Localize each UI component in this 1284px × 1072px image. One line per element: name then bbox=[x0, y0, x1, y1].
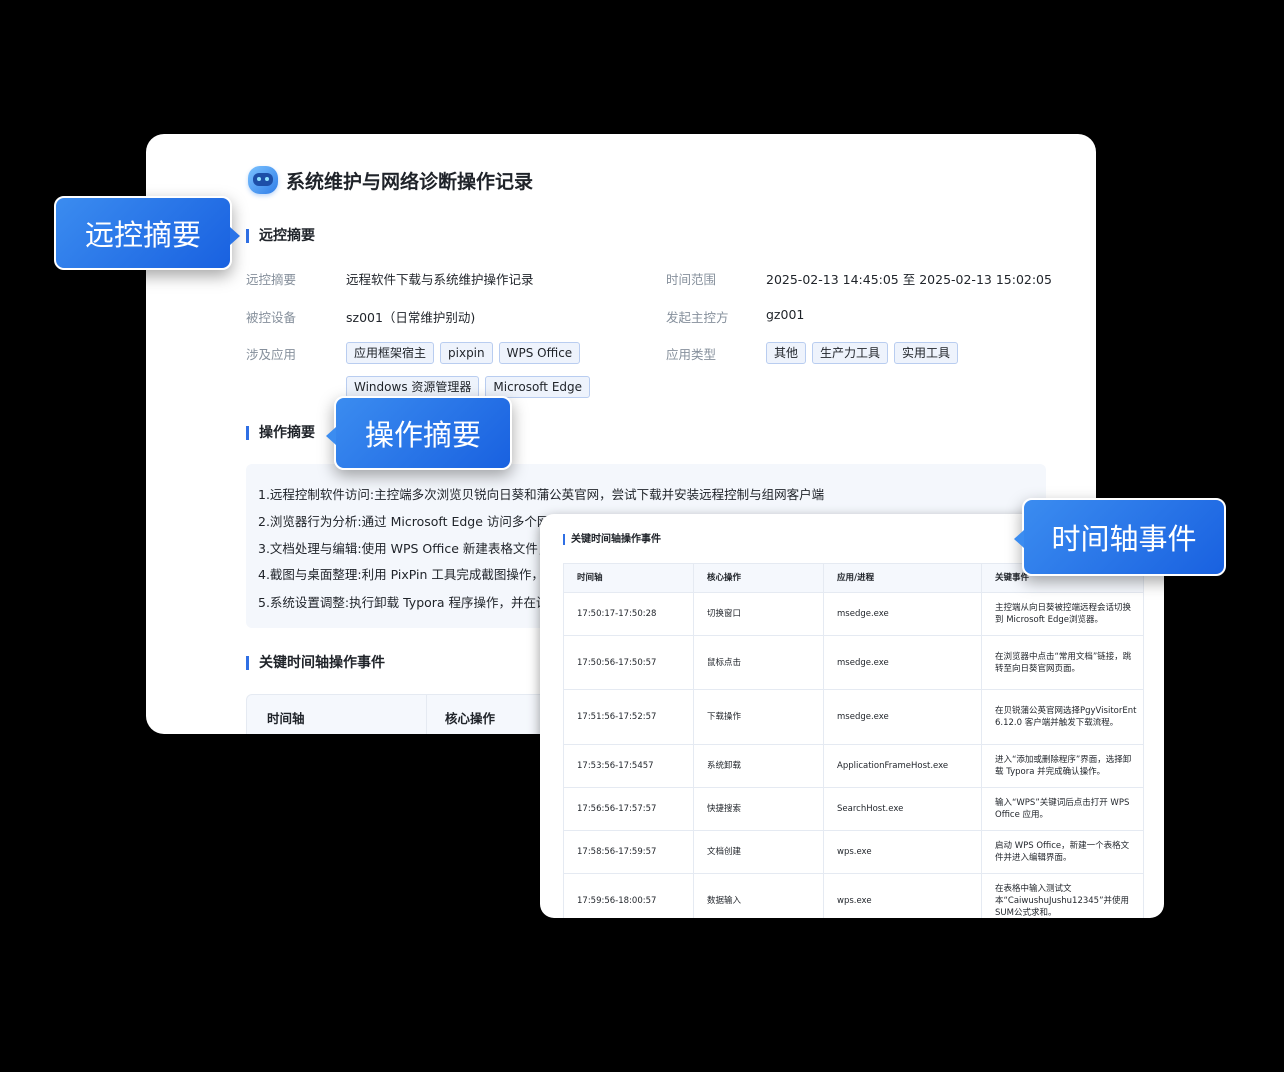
initiator-value: gz001 bbox=[766, 307, 805, 322]
cell-op: 系统卸载 bbox=[693, 744, 824, 788]
cell-op: 切换窗口 bbox=[693, 592, 824, 636]
cell-time: 17:51:56-17:52:57 bbox=[563, 689, 694, 745]
cell-process: wps.exe bbox=[823, 873, 982, 918]
timeline-card-title: 关键时间轴操作事件 bbox=[563, 534, 661, 545]
apps-tags-row1: 应用框架宿主 pixpin WPS Office bbox=[346, 342, 581, 364]
section-title-summary: 远控摘要 bbox=[246, 229, 315, 243]
table-row: 17:58:56-17:59:57 文档创建 wps.exe 启动 WPS Of… bbox=[563, 830, 1144, 874]
ops-item: 4.截图与桌面整理:利用 PixPin 工具完成截图操作，并 bbox=[258, 567, 557, 582]
app-tag: WPS Office bbox=[498, 342, 581, 364]
cell-op: 下载操作 bbox=[693, 689, 824, 745]
cell-time: 17:59:56-18:00:57 bbox=[563, 873, 694, 918]
app-type-tag: 实用工具 bbox=[894, 342, 959, 364]
callout-timeline-label: 时间轴事件 bbox=[1051, 522, 1197, 556]
robot-icon bbox=[248, 166, 278, 194]
cell-process: msedge.exe bbox=[823, 689, 982, 745]
callout-pointer bbox=[230, 227, 240, 245]
report-header: 系统维护与网络诊断操作记录 bbox=[248, 166, 533, 194]
cell-time: 17:50:56-17:50:57 bbox=[563, 635, 694, 690]
app-tag: 应用框架宿主 bbox=[346, 342, 435, 364]
table-row: 17:50:56-17:50:57 鼠标点击 msedge.exe 在浏览器中点… bbox=[563, 635, 1144, 690]
cell-time: 17:56:56-17:57:57 bbox=[563, 787, 694, 831]
cell-event: 输入“WPS”关键词后点击打开 WPS Office 应用。 bbox=[981, 787, 1144, 831]
table-row: 17:50:17-17:50:28 切换窗口 msedge.exe 主控端从向日… bbox=[563, 592, 1144, 636]
cell-event: 在浏览器中点击“常用文档”链接，跳转至向日葵官网页面。 bbox=[981, 635, 1144, 690]
cell-event: 主控端从向日葵被控端远程会话切换到 Microsoft Edge浏览器。 bbox=[981, 592, 1144, 636]
ops-item: 3.文档处理与编辑:使用 WPS Office 新建表格文件， bbox=[258, 541, 551, 556]
cell-event: 进入“添加或删除程序”界面，选择卸载 Typora 并完成确认操作。 bbox=[981, 744, 1144, 788]
apps-label: 涉及应用 bbox=[246, 347, 297, 362]
app-types-label: 应用类型 bbox=[666, 347, 717, 362]
cell-op: 数据输入 bbox=[693, 873, 824, 918]
cell-op: 快捷搜索 bbox=[693, 787, 824, 831]
section-title-ops: 操作摘要 bbox=[246, 426, 315, 440]
page-title: 系统维护与网络诊断操作记录 bbox=[286, 170, 534, 193]
table-row: 17:56:56-17:57:57 快捷搜索 SearchHost.exe 输入… bbox=[563, 787, 1144, 831]
summary-label: 远控摘要 bbox=[246, 272, 297, 287]
column-header-op: 核心操作 bbox=[693, 563, 824, 593]
cell-process: SearchHost.exe bbox=[823, 787, 982, 831]
cell-time: 17:53:56-17:5457 bbox=[563, 744, 694, 788]
device-value: sz001（日常维护别动) bbox=[346, 310, 476, 325]
app-type-tag: 其他 bbox=[766, 342, 807, 364]
column-header-time: 时间轴 bbox=[563, 563, 694, 593]
cell-op: 鼠标点击 bbox=[693, 635, 824, 690]
cell-time: 17:50:17-17:50:28 bbox=[563, 592, 694, 636]
timeline-table: 时间轴 核心操作 应用/进程 关键事件 17:50:17-17:50:28 切换… bbox=[563, 563, 1144, 918]
cell-process: msedge.exe bbox=[823, 635, 982, 690]
callout-timeline: 时间轴事件 bbox=[1014, 498, 1226, 576]
initiator-label: 发起主控方 bbox=[666, 310, 729, 325]
column-header-process: 应用/进程 bbox=[823, 563, 982, 593]
cell-event: 启动 WPS Office，新建一个表格文件并进入编辑界面。 bbox=[981, 830, 1144, 874]
column-header-op: 核心操作 bbox=[445, 711, 496, 726]
callout-ops-label: 操作摘要 bbox=[364, 418, 481, 452]
callout-pointer bbox=[326, 427, 336, 445]
table-row: 17:53:56-17:5457 系统卸载 ApplicationFrameHo… bbox=[563, 744, 1144, 788]
summary-value: 远程软件下载与系统维护操作记录 bbox=[346, 272, 534, 287]
device-label: 被控设备 bbox=[246, 310, 297, 325]
callout-pointer bbox=[1014, 530, 1024, 548]
column-header-time: 时间轴 bbox=[267, 711, 305, 726]
cell-process: ApplicationFrameHost.exe bbox=[823, 744, 982, 788]
ops-item: 2.浏览器行为分析:通过 Microsoft Edge 访问多个网页 bbox=[258, 514, 562, 529]
apps-tags-row2: Windows 资源管理器 Microsoft Edge bbox=[346, 376, 591, 398]
table-row: 17:59:56-18:00:57 数据输入 wps.exe 在表格中输入测试文… bbox=[563, 873, 1144, 918]
cell-process: wps.exe bbox=[823, 830, 982, 874]
app-tag: Microsoft Edge bbox=[485, 376, 591, 398]
ops-item: 5.系统设置调整:执行卸载 Typora 程序操作，并在设置 bbox=[258, 595, 562, 610]
app-tag: pixpin bbox=[440, 342, 493, 364]
cell-event: 在表格中输入测试文本“CaiwushuJushu12345”并使用 SUM公式求… bbox=[981, 873, 1144, 918]
callout-ops: 操作摘要 bbox=[326, 396, 512, 470]
time-range-value: 2025-02-13 14:45:05 至 2025-02-13 15:02:0… bbox=[766, 272, 1052, 287]
table-row: 17:51:56-17:52:57 下载操作 msedge.exe 在贝锐蒲公英… bbox=[563, 689, 1144, 745]
app-tag: Windows 资源管理器 bbox=[346, 376, 480, 398]
callout-summary: 远控摘要 bbox=[54, 196, 240, 270]
callout-summary-label: 远控摘要 bbox=[84, 218, 201, 252]
cell-time: 17:58:56-17:59:57 bbox=[563, 830, 694, 874]
cell-process: msedge.exe bbox=[823, 592, 982, 636]
time-range-label: 时间范围 bbox=[666, 272, 717, 287]
cell-op: 文档创建 bbox=[693, 830, 824, 874]
app-types-tags: 其他 生产力工具 实用工具 bbox=[766, 342, 959, 364]
section-title-timeline: 关键时间轴操作事件 bbox=[246, 656, 385, 670]
app-type-tag: 生产力工具 bbox=[812, 342, 889, 364]
ops-item: 1.远程控制软件访问:主控端多次浏览贝锐向日葵和蒲公英官网，尝试下载并安装远程控… bbox=[258, 487, 825, 502]
cell-event: 在贝锐蒲公英官网选择PgyVisitorEnt 6.12.0 客户端并触发下载流… bbox=[981, 689, 1144, 745]
